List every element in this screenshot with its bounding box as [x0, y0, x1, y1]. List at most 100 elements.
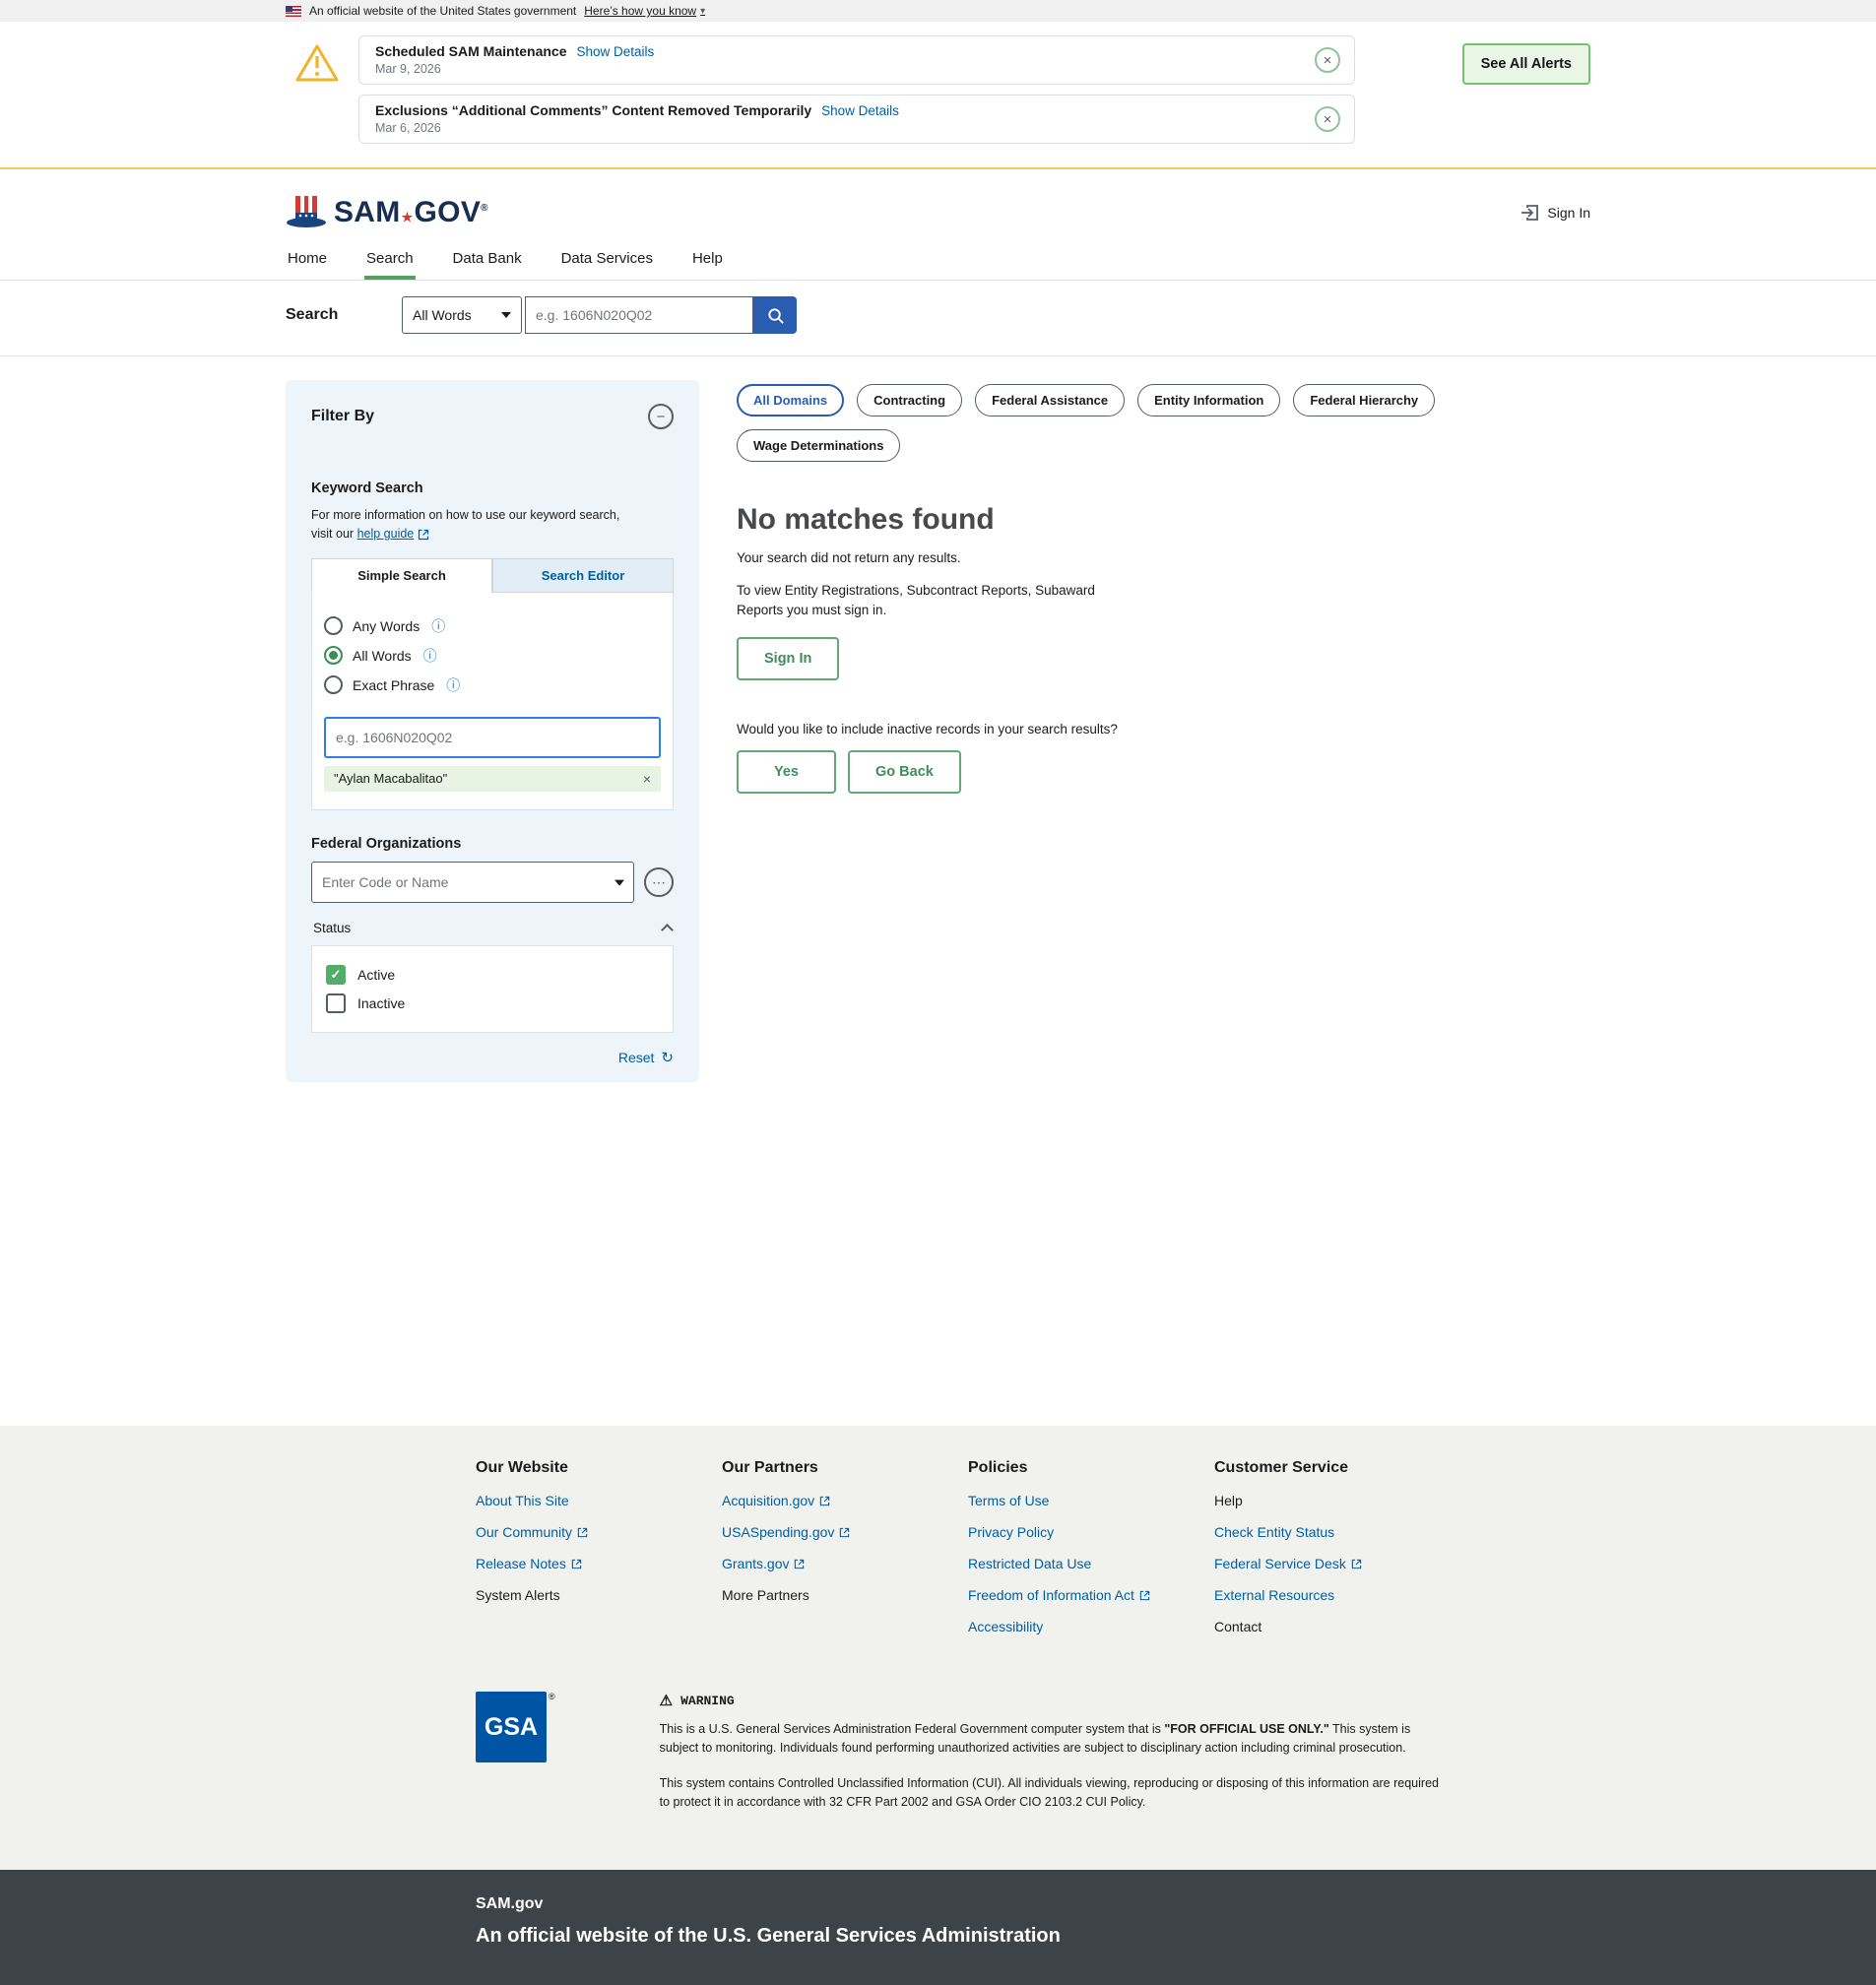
federal-org-input[interactable]	[311, 862, 634, 903]
footer-link-usaspending-gov[interactable]: USASpending.gov	[722, 1524, 968, 1540]
no-matches-subtitle: Your search did not return any results.	[737, 550, 1590, 565]
go-back-button[interactable]: Go Back	[848, 750, 961, 794]
sign-in-button[interactable]: Sign In	[737, 637, 839, 680]
minus-icon: −	[657, 409, 666, 425]
alerts-section: Scheduled SAM Maintenance Show Details M…	[0, 22, 1876, 169]
footer-link-label: External Resources	[1214, 1587, 1334, 1603]
warning-icon: ⚠	[660, 1692, 673, 1710]
checkbox-label: Inactive	[357, 995, 405, 1011]
footer-link-label: Restricted Data Use	[968, 1556, 1091, 1571]
search-scope-select[interactable]: All Words	[402, 296, 522, 334]
radio-any-words[interactable]: Any Words ⓘ	[324, 616, 661, 636]
external-link-icon	[839, 1527, 850, 1538]
filter-panel-title: Filter By	[311, 408, 374, 425]
see-all-alerts-button[interactable]: See All Alerts	[1462, 43, 1590, 85]
footer-link-privacy-policy[interactable]: Privacy Policy	[968, 1524, 1214, 1540]
alert-show-details-link[interactable]: Show Details	[821, 103, 899, 118]
footer-link-contact[interactable]: Contact	[1214, 1619, 1460, 1634]
pill-contracting[interactable]: Contracting	[857, 384, 962, 416]
pill-federal-assistance[interactable]: Federal Assistance	[975, 384, 1125, 416]
footer-link-foia[interactable]: Freedom of Information Act	[968, 1587, 1214, 1603]
combobox-caret-icon[interactable]	[615, 879, 624, 885]
header-sign-in[interactable]: Sign In	[1520, 204, 1590, 222]
footer-column-customer-service: Customer Service Help Check Entity Statu…	[1214, 1459, 1460, 1650]
sign-in-icon	[1520, 204, 1539, 222]
ellipsis-icon: ⋯	[652, 875, 666, 889]
chip-remove-icon[interactable]: ×	[643, 771, 651, 787]
reset-filters-link[interactable]: Reset ↻	[311, 1049, 674, 1066]
footer-link-check-entity-status[interactable]: Check Entity Status	[1214, 1524, 1460, 1540]
nav-item-data-bank[interactable]: Data Bank	[451, 242, 524, 280]
radio-circle-icon	[324, 616, 343, 635]
tab-simple-search[interactable]: Simple Search	[311, 558, 492, 593]
keyword-search-heading: Keyword Search	[311, 480, 674, 496]
pill-entity-information[interactable]: Entity Information	[1137, 384, 1280, 416]
radio-exact-phrase[interactable]: Exact Phrase ⓘ	[324, 675, 661, 695]
federal-org-more-button[interactable]: ⋯	[644, 867, 674, 897]
footer-column-policies: Policies Terms of Use Privacy Policy Res…	[968, 1459, 1214, 1650]
warning-block: ⚠ WARNING This is a U.S. General Service…	[660, 1692, 1440, 1825]
footer-column-heading: Customer Service	[1214, 1459, 1460, 1477]
help-guide-link[interactable]: help guide	[357, 525, 430, 544]
pill-federal-hierarchy[interactable]: Federal Hierarchy	[1293, 384, 1435, 416]
logo-sam: SAM	[334, 196, 401, 228]
status-accordion-toggle[interactable]: Status	[311, 921, 674, 935]
info-icon[interactable]: ⓘ	[446, 675, 460, 695]
info-icon[interactable]: ⓘ	[423, 646, 437, 666]
simple-search-body: Any Words ⓘ All Words ⓘ Exact Phrase ⓘ "…	[311, 593, 674, 810]
footer-column-heading: Our Website	[476, 1459, 722, 1477]
footer-link-label: About This Site	[476, 1493, 569, 1508]
external-link-icon	[1351, 1559, 1362, 1569]
external-link-icon	[819, 1496, 830, 1506]
alert-card-exclusions: Exclusions “Additional Comments” Content…	[358, 95, 1355, 144]
nav-item-home[interactable]: Home	[286, 242, 329, 280]
keyword-search-input[interactable]	[324, 717, 661, 758]
footer-link-acquisition-gov[interactable]: Acquisition.gov	[722, 1493, 968, 1508]
footer-link-grants-gov[interactable]: Grants.gov	[722, 1556, 968, 1571]
footer-link-terms-of-use[interactable]: Terms of Use	[968, 1493, 1214, 1508]
warning-text: This is a U.S. General Services Administ…	[660, 1722, 1165, 1736]
alert-show-details-link[interactable]: Show Details	[576, 44, 654, 59]
nav-item-help[interactable]: Help	[690, 242, 725, 280]
footer-link-label: Contact	[1214, 1619, 1261, 1634]
footer-link-system-alerts[interactable]: System Alerts	[476, 1587, 722, 1603]
footer-link-about-this-site[interactable]: About This Site	[476, 1493, 722, 1508]
alert-close-button[interactable]: ×	[1315, 47, 1340, 73]
alert-close-button[interactable]: ×	[1315, 106, 1340, 132]
sam-gov-logo[interactable]: SAM★GOV®	[286, 195, 488, 230]
registered-mark: ®	[481, 203, 488, 214]
alert-list: Scheduled SAM Maintenance Show Details M…	[358, 35, 1355, 154]
footer-link-help[interactable]: Help	[1214, 1493, 1460, 1508]
radio-all-words[interactable]: All Words ⓘ	[324, 646, 661, 666]
checkbox-active[interactable]: ✓ Active	[326, 965, 659, 985]
gov-banner-link[interactable]: Here’s how you know ▾	[584, 4, 705, 18]
footer-link-accessibility[interactable]: Accessibility	[968, 1619, 1214, 1634]
tab-search-editor[interactable]: Search Editor	[492, 558, 674, 593]
footer-link-label: Terms of Use	[968, 1493, 1049, 1508]
sign-in-label: Sign In	[1547, 205, 1590, 221]
footer-link-label: USASpending.gov	[722, 1524, 834, 1540]
radio-circle-icon	[324, 675, 343, 694]
nav-item-search[interactable]: Search	[364, 242, 416, 280]
footer-link-our-community[interactable]: Our Community	[476, 1524, 722, 1540]
search-submit-button[interactable]	[753, 296, 797, 334]
top-hat-icon	[286, 195, 327, 230]
footer-link-external-resources[interactable]: External Resources	[1214, 1587, 1460, 1603]
nav-item-data-services[interactable]: Data Services	[559, 242, 655, 280]
global-search-input[interactable]	[525, 296, 753, 334]
yes-button[interactable]: Yes	[737, 750, 836, 794]
footer-column-our-website: Our Website About This Site Our Communit…	[476, 1459, 722, 1650]
footer-link-more-partners[interactable]: More Partners	[722, 1587, 968, 1603]
registered-mark: ®	[549, 1692, 555, 1701]
footer-link-federal-service-desk[interactable]: Federal Service Desk	[1214, 1556, 1460, 1571]
footer-link-restricted-data-use[interactable]: Restricted Data Use	[968, 1556, 1214, 1571]
footer-link-release-notes[interactable]: Release Notes	[476, 1556, 722, 1571]
pill-all-domains[interactable]: All Domains	[737, 384, 844, 416]
pill-wage-determinations[interactable]: Wage Determinations	[737, 429, 900, 462]
collapse-filters-button[interactable]: −	[648, 404, 674, 429]
external-link-icon	[418, 529, 429, 541]
close-icon: ×	[1324, 112, 1332, 127]
info-icon[interactable]: ⓘ	[431, 616, 445, 636]
checkbox-inactive[interactable]: Inactive	[326, 993, 659, 1013]
footer-link-label: Our Community	[476, 1524, 572, 1540]
